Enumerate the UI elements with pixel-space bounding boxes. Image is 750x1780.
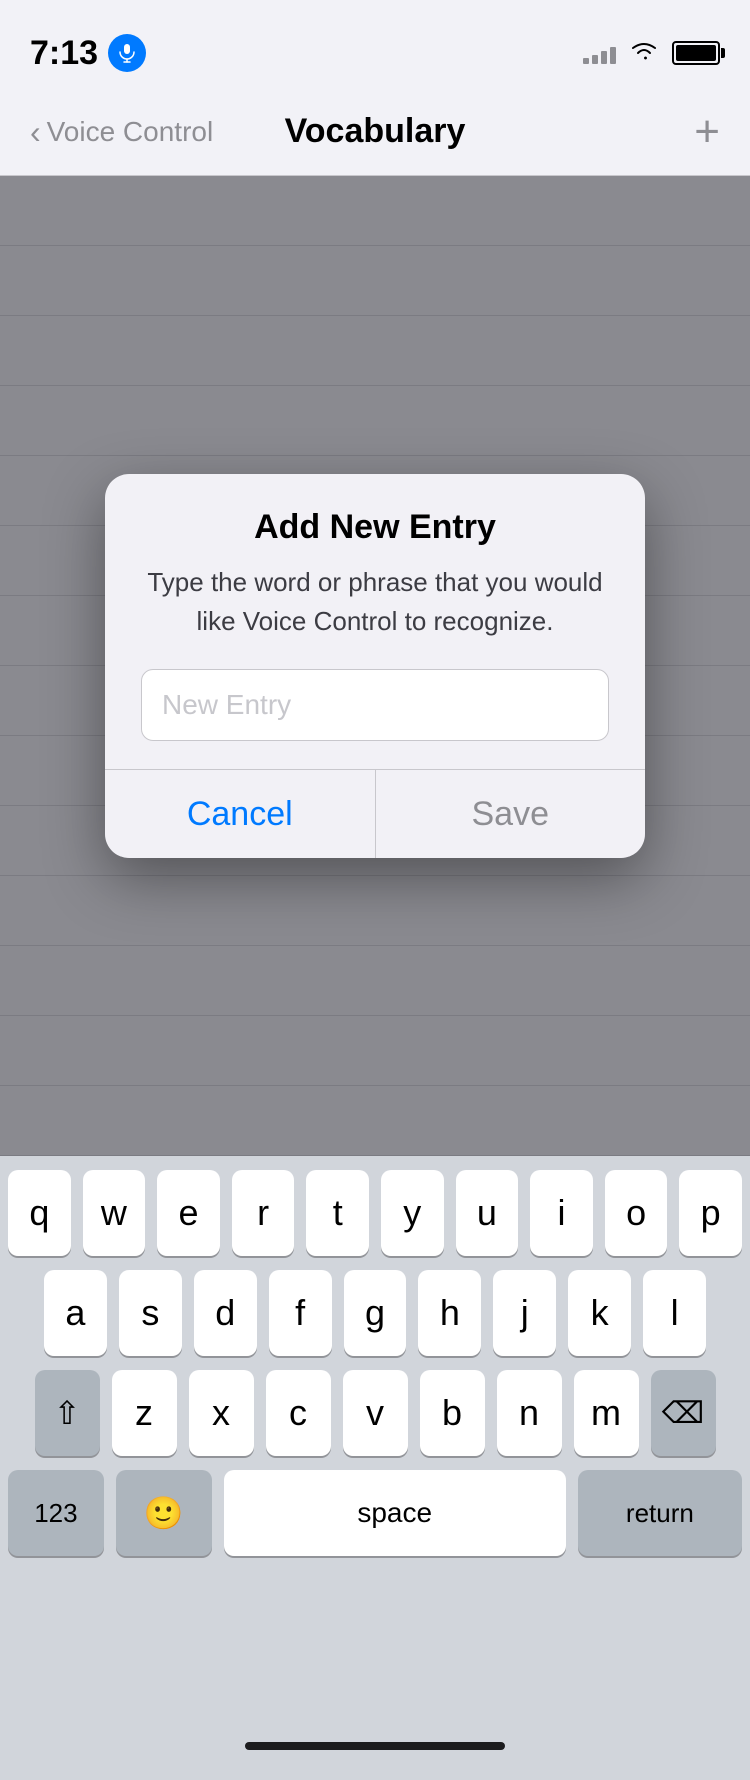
key-f[interactable]: f (269, 1270, 332, 1356)
add-button[interactable]: + (694, 110, 720, 154)
key-w[interactable]: w (83, 1170, 146, 1256)
key-a[interactable]: a (44, 1270, 107, 1356)
status-time-section: 7:13 (30, 34, 146, 73)
key-j[interactable]: j (493, 1270, 556, 1356)
back-button[interactable]: ‹ Voice Control (30, 116, 213, 148)
key-u[interactable]: u (456, 1170, 519, 1256)
home-indicator-bar (245, 1742, 505, 1750)
key-l[interactable]: l (643, 1270, 706, 1356)
key-o[interactable]: o (605, 1170, 668, 1256)
key-h[interactable]: h (418, 1270, 481, 1356)
mic-badge (108, 34, 146, 72)
backspace-key[interactable]: ⌫ (651, 1370, 716, 1456)
back-label: Voice Control (47, 116, 214, 148)
dialog-message: Type the word or phrase that you would l… (141, 563, 609, 641)
key-n[interactable]: n (497, 1370, 562, 1456)
dialog-title: Add New Entry (141, 508, 609, 547)
key-z[interactable]: z (112, 1370, 177, 1456)
shift-key[interactable]: ⇧ (35, 1370, 100, 1456)
space-key[interactable]: space (224, 1470, 566, 1556)
keyboard-row-1: q w e r t y u i o p (8, 1170, 742, 1256)
key-g[interactable]: g (344, 1270, 407, 1356)
key-s[interactable]: s (119, 1270, 182, 1356)
key-t[interactable]: t (306, 1170, 369, 1256)
nav-bar: ‹ Voice Control Vocabulary + (0, 88, 750, 176)
chevron-left-icon: ‹ (30, 116, 41, 148)
time-display: 7:13 (30, 34, 98, 73)
return-key[interactable]: return (578, 1470, 742, 1556)
dialog-body: Add New Entry Type the word or phrase th… (105, 474, 645, 769)
battery-icon (672, 41, 720, 65)
save-button[interactable]: Save (376, 770, 646, 858)
status-icons (583, 40, 720, 67)
key-x[interactable]: x (189, 1370, 254, 1456)
key-b[interactable]: b (420, 1370, 485, 1456)
cancel-button[interactable]: Cancel (105, 770, 376, 858)
keyboard-row-3: ⇧ z x c v b n m ⌫ (8, 1370, 742, 1456)
key-y[interactable]: y (381, 1170, 444, 1256)
keyboard-row-2: a s d f g h j k l (8, 1270, 742, 1356)
main-content: Add New Entry Type the word or phrase th… (0, 176, 750, 1156)
keyboard: q w e r t y u i o p a s d f g h j k l ⇧ … (0, 1156, 750, 1712)
keyboard-row-4: 123 🙂 space return (8, 1470, 742, 1556)
status-bar: 7:13 (0, 0, 750, 88)
wifi-icon (630, 40, 658, 67)
key-p[interactable]: p (679, 1170, 742, 1256)
mic-icon (117, 43, 137, 63)
add-entry-dialog: Add New Entry Type the word or phrase th… (105, 474, 645, 858)
home-indicator-area (0, 1712, 750, 1780)
key-i[interactable]: i (530, 1170, 593, 1256)
emoji-key[interactable]: 🙂 (116, 1470, 212, 1556)
key-e[interactable]: e (157, 1170, 220, 1256)
key-v[interactable]: v (343, 1370, 408, 1456)
numeric-key[interactable]: 123 (8, 1470, 104, 1556)
key-q[interactable]: q (8, 1170, 71, 1256)
key-m[interactable]: m (574, 1370, 639, 1456)
new-entry-input[interactable] (141, 669, 609, 741)
key-c[interactable]: c (266, 1370, 331, 1456)
key-k[interactable]: k (568, 1270, 631, 1356)
key-d[interactable]: d (194, 1270, 257, 1356)
key-r[interactable]: r (232, 1170, 295, 1256)
signal-icon (583, 42, 616, 64)
page-title: Vocabulary (285, 112, 466, 151)
dialog-buttons: Cancel Save (105, 769, 645, 858)
